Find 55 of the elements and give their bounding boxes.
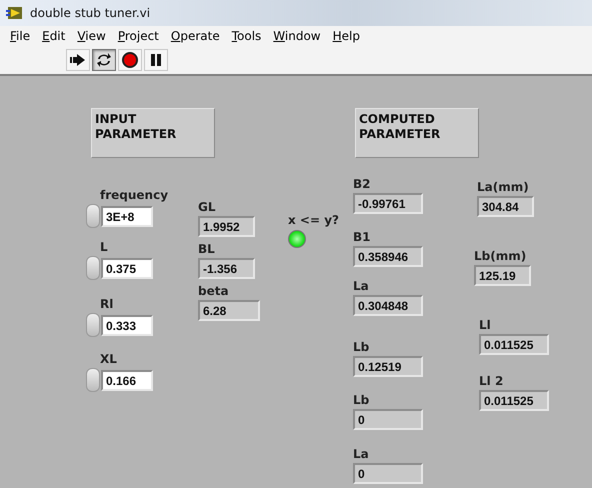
numeric-indicator: 0.304848 bbox=[353, 295, 423, 316]
numeric-input[interactable]: 3E+8 bbox=[101, 206, 153, 226]
control-label: Rl bbox=[100, 297, 114, 311]
section-heading: INPUT PARAMETER bbox=[91, 108, 215, 158]
window-title: double stub tuner.vi bbox=[30, 6, 150, 20]
led-label: x <= y? bbox=[288, 213, 339, 227]
numeric-indicator: 6.28 bbox=[198, 300, 260, 321]
pause-button[interactable] bbox=[144, 49, 168, 71]
stop-icon bbox=[121, 51, 139, 69]
menu-item[interactable]: Operate bbox=[164, 29, 226, 43]
menu-item[interactable]: Window bbox=[267, 29, 327, 43]
indicator-label: BL bbox=[198, 242, 215, 256]
menu-item[interactable]: Help bbox=[326, 29, 366, 43]
section-heading: COMPUTED PARAMETER bbox=[355, 108, 479, 158]
indicator-label: Lb bbox=[353, 340, 370, 354]
indicator-label: Ll bbox=[479, 318, 491, 332]
numeric-indicator: -1.356 bbox=[198, 258, 255, 279]
numeric-indicator: 1.9952 bbox=[198, 216, 255, 237]
numeric-indicator: 0.011525 bbox=[479, 390, 549, 411]
numeric-indicator: 0 bbox=[353, 463, 423, 484]
numeric-indicator: 0.011525 bbox=[479, 334, 549, 355]
indicator-label: GL bbox=[198, 200, 216, 214]
numeric-indicator: 125.19 bbox=[474, 265, 531, 286]
numeric-input[interactable]: 0.375 bbox=[101, 258, 153, 278]
numeric-input[interactable]: 0.333 bbox=[101, 314, 153, 336]
menu-item[interactable]: Edit bbox=[36, 29, 72, 43]
numeric-input[interactable]: 0.166 bbox=[101, 370, 153, 390]
indicator-label: La bbox=[353, 279, 369, 293]
numeric-indicator: 0.358946 bbox=[353, 246, 423, 267]
app-icon bbox=[6, 6, 24, 20]
indicator-label: B2 bbox=[353, 177, 370, 191]
menu-item[interactable]: View bbox=[71, 29, 112, 43]
run-button[interactable] bbox=[66, 49, 90, 71]
indicator-label: Lb(mm) bbox=[474, 249, 526, 263]
menu-item[interactable]: Project bbox=[112, 29, 165, 43]
indicator-label: B1 bbox=[353, 230, 370, 244]
run-arrow-icon bbox=[69, 53, 87, 67]
indicator-label: Lb bbox=[353, 393, 370, 407]
indicator-label: La(mm) bbox=[477, 180, 529, 194]
menu-item[interactable]: Tools bbox=[226, 29, 268, 43]
run-continuously-button[interactable] bbox=[92, 49, 116, 71]
pause-icon bbox=[150, 53, 162, 67]
cycle-arrows-icon bbox=[96, 52, 112, 68]
menu-item[interactable]: File bbox=[4, 29, 36, 43]
numeric-indicator: 0.12519 bbox=[353, 356, 423, 377]
control-label: frequency bbox=[100, 188, 168, 202]
indicator-label: Ll 2 bbox=[479, 374, 504, 388]
control-label: XL bbox=[100, 352, 117, 366]
indicator-label: beta bbox=[198, 284, 229, 298]
abort-button[interactable] bbox=[118, 49, 142, 71]
numeric-indicator: 0 bbox=[353, 409, 423, 430]
numeric-indicator: -0.99761 bbox=[353, 193, 423, 214]
control-label: L bbox=[100, 240, 108, 254]
indicator-label: La bbox=[353, 447, 369, 461]
numeric-indicator: 304.84 bbox=[477, 196, 534, 217]
